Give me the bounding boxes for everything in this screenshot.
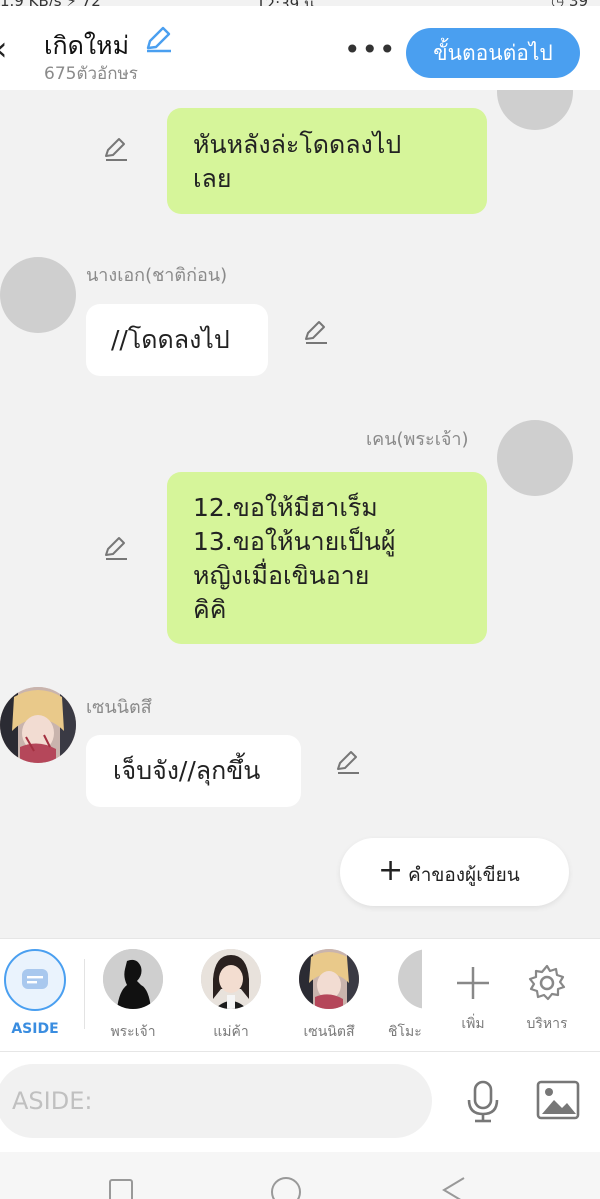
message-input[interactable] bbox=[0, 1064, 432, 1138]
character-avatar bbox=[398, 949, 422, 1009]
character-name: เซนนิตสึ bbox=[86, 697, 152, 718]
manage-label: บริหาร bbox=[526, 1016, 568, 1032]
character-item[interactable]: แม่ค้า bbox=[196, 949, 266, 1043]
aside-avatar bbox=[4, 949, 66, 1011]
character-count: 675ตัวอักษร bbox=[44, 64, 138, 84]
manage-button[interactable]: บริหาร bbox=[512, 949, 582, 1035]
author-note-button[interactable]: + คำของผู้เขียน bbox=[340, 838, 569, 906]
character-label: เซนนิตสึ bbox=[303, 1024, 355, 1040]
chevron-left-icon[interactable]: ‹ bbox=[0, 32, 8, 66]
aside-label: ASIDE bbox=[11, 1021, 59, 1037]
character-label: พระเจ้า bbox=[110, 1024, 156, 1040]
more-icon[interactable]: ••• bbox=[344, 36, 397, 64]
character-label: ชิโมะ bbox=[388, 1024, 422, 1040]
avatar[interactable] bbox=[0, 257, 76, 333]
pencil-icon[interactable] bbox=[143, 24, 173, 54]
add-label: เพิ่ม bbox=[461, 1016, 485, 1032]
message-line: เลย bbox=[193, 164, 232, 193]
microphone-icon[interactable] bbox=[464, 1080, 502, 1124]
image-icon[interactable] bbox=[536, 1080, 580, 1120]
header: ‹ เกิดใหม่ 675ตัวอักษร ••• ขั้นตอนต่อไป bbox=[0, 6, 600, 90]
gear-icon bbox=[528, 964, 566, 1001]
message-line: คิคิ bbox=[193, 595, 227, 624]
character-label: แม่ค้า bbox=[213, 1024, 249, 1040]
silhouette-icon bbox=[103, 949, 163, 1009]
message-bubble[interactable]: 12.ขอให้มีฮาเร็ม 13.ขอให้นายเป็นผู้ หญิง… bbox=[167, 472, 487, 644]
character-avatar bbox=[201, 949, 261, 1009]
system-navigation bbox=[0, 1152, 600, 1199]
avatar[interactable] bbox=[497, 420, 573, 496]
recents-icon[interactable] bbox=[108, 1174, 134, 1199]
character-item[interactable]: พระเจ้า bbox=[98, 949, 168, 1043]
author-note-label: คำของผู้เขียน bbox=[408, 864, 520, 886]
character-item[interactable]: ชิโมะ bbox=[378, 949, 422, 1043]
avatar[interactable] bbox=[0, 687, 76, 763]
divider bbox=[84, 959, 85, 1029]
message-bubble[interactable]: หันหลังล่ะโดดลงไป เลย bbox=[167, 108, 487, 214]
message-line: หันหลังล่ะโดดลงไป bbox=[193, 130, 402, 159]
plus-icon: + bbox=[378, 853, 404, 888]
character-item[interactable]: เซนนิตสึ bbox=[294, 949, 364, 1043]
pencil-icon[interactable] bbox=[102, 135, 130, 163]
back-icon[interactable] bbox=[440, 1174, 468, 1199]
message-bubble[interactable]: เจ็บจัง//ลุกขึ้น bbox=[86, 735, 301, 807]
character-bar: ASIDE พระเจ้า แม่ค้า เซนนิตสึ ชิโมะ เพิ่… bbox=[0, 938, 600, 1052]
input-bar bbox=[0, 1052, 600, 1152]
character-name: เคน(พระเจ้า) bbox=[366, 429, 469, 450]
chat-area[interactable]: หันหลังล่ะโดดลงไป เลย นางเอก(ชาติก่อน) /… bbox=[0, 90, 600, 938]
plus-icon bbox=[457, 967, 489, 999]
message-bubble[interactable]: //โดดลงไป bbox=[86, 304, 268, 376]
message-line: 13.ขอให้นายเป็นผู้ bbox=[193, 527, 396, 556]
character-avatar bbox=[299, 949, 359, 1009]
message-line: //โดดลงไป bbox=[111, 325, 230, 354]
message-line: 12.ขอให้มีฮาเร็ม bbox=[193, 493, 378, 522]
message-line: หญิงเมื่อเขินอาย bbox=[193, 561, 370, 590]
character-avatar bbox=[103, 949, 163, 1009]
avatar[interactable] bbox=[497, 90, 573, 130]
aside-button[interactable]: ASIDE bbox=[0, 949, 70, 1037]
home-icon[interactable] bbox=[270, 1174, 302, 1199]
character-portrait bbox=[201, 949, 261, 1009]
pencil-icon[interactable] bbox=[102, 534, 130, 562]
pencil-icon[interactable] bbox=[302, 318, 330, 346]
character-portrait bbox=[0, 687, 76, 763]
message-line: เจ็บจัง//ลุกขึ้น bbox=[113, 756, 261, 785]
add-character-button[interactable]: เพิ่ม bbox=[438, 949, 508, 1035]
character-portrait bbox=[299, 949, 359, 1009]
next-step-button[interactable]: ขั้นตอนต่อไป bbox=[406, 28, 580, 78]
pencil-icon[interactable] bbox=[334, 748, 362, 776]
chat-bubble-icon bbox=[9, 954, 61, 1006]
character-name: นางเอก(ชาติก่อน) bbox=[86, 265, 228, 286]
